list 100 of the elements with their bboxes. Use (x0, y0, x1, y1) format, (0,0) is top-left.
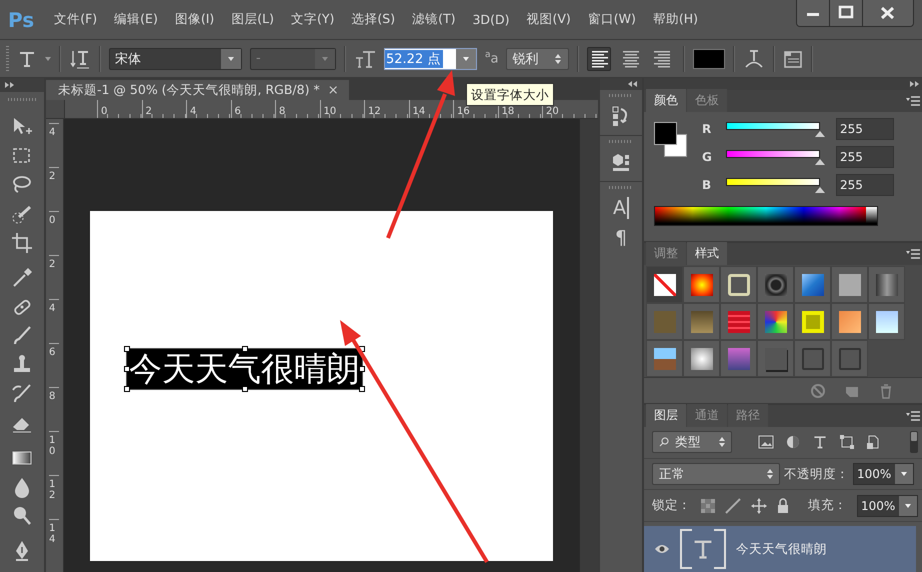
channel-slider[interactable] (726, 121, 826, 137)
style-swatch[interactable] (876, 310, 898, 332)
document-tab[interactable]: 未标题-1 @ 50% (今天天气很晴朗, RGB/8) * × (46, 80, 349, 100)
ruler-label: 12 (364, 100, 408, 118)
move-icon[interactable] (751, 498, 767, 514)
style-swatch[interactable] (690, 274, 712, 296)
channel-value-field[interactable]: 255 (836, 174, 894, 196)
character-panel-button[interactable]: A (613, 197, 629, 219)
panel-menu-icon[interactable] (906, 249, 920, 259)
transform-handle[interactable] (124, 346, 130, 352)
menu-item[interactable]: 图像(I) (174, 11, 214, 28)
layer-filter-dropdown[interactable]: 类型 (652, 431, 732, 454)
panel-tab[interactable]: 色板 (687, 89, 727, 112)
maximize-icon[interactable] (829, 0, 862, 26)
caret-icon[interactable] (45, 56, 51, 60)
panel-tab[interactable]: 样式 (687, 242, 727, 265)
minimize-icon[interactable] (797, 0, 829, 26)
style-swatch[interactable] (654, 348, 676, 370)
panel-tab[interactable]: 图层 (646, 404, 686, 427)
warp-text-icon[interactable] (743, 48, 766, 70)
color-spectrum-bar[interactable] (654, 206, 878, 226)
transform-handle[interactable] (124, 366, 130, 372)
style-swatch[interactable] (876, 274, 898, 296)
transform-handle[interactable] (242, 346, 248, 352)
shape-filter-icon[interactable] (840, 435, 854, 450)
adjustment-filter-icon[interactable] (786, 435, 800, 450)
type-filter-icon[interactable] (812, 434, 828, 450)
style-swatch[interactable] (802, 348, 824, 370)
transform-handle[interactable] (359, 386, 365, 392)
menu-item[interactable]: 窗口(W) (588, 11, 636, 28)
style-swatch[interactable] (838, 274, 860, 296)
tab-close-button[interactable]: × (328, 82, 339, 98)
slider-thumb[interactable] (815, 159, 825, 165)
style-swatch[interactable] (690, 348, 712, 370)
style-swatch[interactable] (690, 310, 712, 332)
menu-item[interactable]: 选择(S) (351, 11, 396, 28)
panel-tab[interactable]: 颜色 (646, 89, 686, 112)
menu-item[interactable]: 帮助(H) (652, 11, 698, 28)
ruler-label: 4 (49, 123, 59, 167)
panel-tab[interactable]: 调整 (646, 242, 686, 265)
menu-item[interactable]: 文字(Y) (291, 11, 334, 28)
panel-toggle-icon[interactable] (783, 48, 804, 68)
font-size-icon (354, 48, 376, 68)
panel-menu-icon[interactable] (906, 96, 920, 106)
font-size-field[interactable]: 52.22 点 (384, 48, 477, 70)
canvas-text[interactable]: 今天天气很晴朗 (127, 349, 362, 389)
menu-item[interactable]: 滤镜(T) (412, 11, 456, 28)
app-logo: Ps (8, 8, 34, 32)
smart-object-filter-icon[interactable] (866, 435, 880, 450)
expand-icon[interactable] (910, 81, 920, 87)
eye-icon[interactable] (654, 543, 670, 556)
lock-pixels-icon[interactable] (701, 498, 715, 513)
channel-slider[interactable] (726, 149, 826, 165)
image-filter-icon[interactable] (758, 435, 774, 450)
transform-handle[interactable] (359, 366, 365, 372)
caret-icon (905, 504, 911, 508)
collapse-icon[interactable] (628, 81, 638, 87)
style-swatch[interactable] (802, 274, 824, 296)
text-color-swatch[interactable] (693, 48, 726, 68)
menu-item[interactable]: 文件(F) (54, 11, 98, 28)
brush-icon[interactable] (725, 498, 741, 514)
blend-mode-dropdown[interactable]: 正常 (652, 463, 780, 485)
channel-value-field[interactable]: 255 (836, 146, 894, 168)
opacity-field[interactable]: 100% (853, 463, 914, 485)
style-swatch[interactable] (764, 348, 786, 370)
cube-icon[interactable] (610, 151, 632, 173)
style-swatch[interactable] (728, 348, 750, 370)
antialias-dropdown[interactable]: 锐利 (506, 48, 570, 70)
panel-tab[interactable]: 通道 (687, 404, 727, 427)
filter-toggle-icon[interactable] (910, 431, 918, 454)
paragraph-panel-button[interactable]: ¶ (614, 227, 628, 249)
menu-item[interactable]: 图层(L) (231, 11, 274, 28)
channel-slider[interactable] (726, 177, 826, 193)
style-swatch[interactable] (764, 310, 786, 332)
menu-item[interactable]: 编辑(E) (114, 11, 158, 28)
fill-field[interactable]: 100% (857, 494, 918, 517)
font-family-dropdown[interactable]: 宋体 (109, 48, 242, 70)
style-swatch[interactable] (728, 310, 750, 332)
panel-tab[interactable]: 路径 (728, 404, 768, 427)
transform-handle[interactable] (242, 386, 248, 392)
slider-thumb[interactable] (815, 187, 825, 193)
style-swatch[interactable] (654, 310, 676, 332)
expand-icon[interactable] (5, 82, 15, 88)
transform-handle[interactable] (124, 386, 130, 392)
menu-item[interactable]: 视图(V) (526, 11, 571, 28)
layer-row[interactable]: 今天天气很晴朗 (644, 526, 916, 572)
slider-thumb[interactable] (815, 131, 825, 137)
color-swatches[interactable] (654, 122, 688, 158)
ruler-label: 4 (49, 299, 59, 343)
lock-icon[interactable] (777, 498, 789, 514)
menu-item[interactable]: 3D(D) (472, 12, 510, 27)
close-icon[interactable] (862, 0, 913, 26)
crop-tool-icon[interactable] (10, 231, 34, 255)
style-swatch[interactable] (838, 348, 860, 370)
align-left-button[interactable] (587, 46, 612, 70)
style-swatch[interactable] (838, 310, 860, 332)
panel-menu-icon[interactable] (906, 411, 920, 421)
style-swatch[interactable] (654, 274, 676, 296)
channel-value-field[interactable]: 255 (836, 118, 894, 140)
style-swatch[interactable] (764, 274, 786, 296)
